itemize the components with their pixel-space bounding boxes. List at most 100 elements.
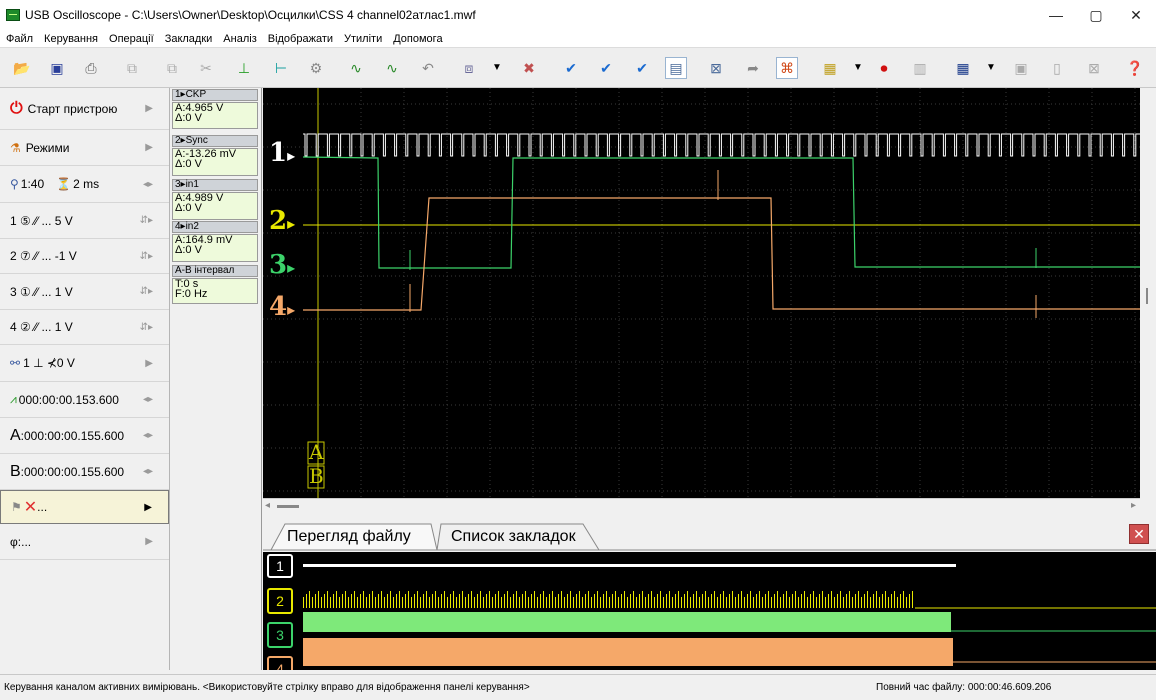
zoom-dropdown-icon[interactable]: ▼ <box>486 57 508 79</box>
modes-button[interactable]: ⚗ Режими ▶ <box>0 130 169 166</box>
cut-icon[interactable]: ✂ <box>195 57 217 79</box>
marker-a-icon: A <box>10 426 21 444</box>
menu-operations[interactable]: Операції <box>109 33 154 45</box>
menu-file[interactable]: Файл <box>6 33 33 45</box>
menu-utilities[interactable]: Утиліти <box>344 33 382 45</box>
meas-ch1-values: A:4.965 V Δ:0 V <box>172 102 258 129</box>
meas-ch4-delta: Δ:0 V <box>175 244 202 256</box>
save-icon[interactable]: ▣ <box>46 57 68 79</box>
ch1-waveform <box>303 133 1140 157</box>
meas-ch1-delta: Δ:0 V <box>175 112 202 124</box>
channel-1-row[interactable]: 1 ⑤ ⁄⁄ ... 5 V ⇵▸ <box>0 203 169 239</box>
phase-row[interactable]: φ:... ▶ <box>0 524 169 560</box>
menu-analysis[interactable]: Аналіз <box>223 33 256 45</box>
channel-settings-icon[interactable]: ⚙ <box>305 57 327 79</box>
status-message: Керування каналом активних вимірювань. <… <box>4 682 530 693</box>
help-icon[interactable]: ❓ <box>1124 57 1146 79</box>
meas-ch2-values: A:-13.26 mV Δ:0 V <box>172 148 258 176</box>
close-button[interactable]: ✕ <box>1116 0 1156 30</box>
undo-icon[interactable]: ↶ <box>417 57 439 79</box>
export-icon[interactable]: ➦ <box>742 57 764 79</box>
document-icon[interactable]: ▤ <box>665 57 687 79</box>
menu-control[interactable]: Керування <box>44 33 98 45</box>
check-icon[interactable]: ✔ <box>560 57 582 79</box>
meas-ch3-header: 3▸in1 <box>172 179 258 191</box>
trigger-label: 1 ⊥ ⊀0 V <box>23 356 75 370</box>
measurements-panel: 1▸CKP A:4.965 V Δ:0 V 2▸Sync A:-13.26 mV… <box>170 88 262 670</box>
marker-b-label[interactable]: B <box>309 464 324 488</box>
signal-down-icon[interactable]: ∿ <box>381 57 403 79</box>
channel-1-marker: 1▸ <box>269 138 296 168</box>
meas-ch2-header: 2▸Sync <box>172 135 258 147</box>
channel-2-row[interactable]: 2 ⑦ ⁄⁄ ... -1 V ⇵▸ <box>0 239 169 274</box>
page-icon[interactable]: ▯ <box>1046 57 1068 79</box>
bookmark-icon[interactable]: ▦ <box>819 57 841 79</box>
stop-icon[interactable]: ▥ <box>909 57 931 79</box>
channel-2-arrows-icon: ⇵▸ <box>139 250 153 262</box>
channel-3-row[interactable]: 3 ① ⁄⁄ ... 1 V ⇵▸ <box>0 274 169 310</box>
chart-icon[interactable]: ▣ <box>1010 57 1032 79</box>
check-down-icon[interactable]: ✔ <box>595 57 617 79</box>
table-icon[interactable]: ▦ <box>952 57 974 79</box>
ground-icon[interactable]: ⊥ <box>233 57 255 79</box>
scroll-thumb[interactable] <box>277 505 299 508</box>
file-overview-panel: Перегляд файлу Список закладок ✕ 1 2 3 4 <box>263 516 1156 670</box>
bookmark-dropdown-icon[interactable]: ▼ <box>847 57 869 79</box>
arrows-icon: ◂▸ <box>142 466 153 477</box>
flag-icon: ⚑ <box>11 500 22 514</box>
oscilloscope-display[interactable]: 1▸ 2▸ 3▸ 4▸ A B <box>263 88 1140 498</box>
channel-2-marker: 2▸ <box>269 206 296 236</box>
paste-icon[interactable]: ⧉ <box>161 57 183 79</box>
tab-bookmarks[interactable]: Список закладок <box>429 524 586 549</box>
marker-b-label: :000:00:00.155.600 <box>20 464 125 479</box>
power-icon: ⏻ <box>10 99 23 117</box>
overview-display[interactable]: 1 2 3 4 <box>263 552 1156 670</box>
marker-a-label[interactable]: A <box>309 440 323 464</box>
minimize-button[interactable]: — <box>1036 0 1076 30</box>
overview-channel-4[interactable]: 4 <box>267 656 293 670</box>
start-device-button[interactable]: ⏻ Старт пристрою ▶ <box>0 88 169 130</box>
overview-channel-2[interactable]: 2 <box>267 588 293 614</box>
channel-4-marker: 4▸ <box>269 292 296 322</box>
horizontal-scrollbar[interactable]: ◂ ▸ <box>263 498 1140 514</box>
channel-4-row[interactable]: 4 ② ⁄⁄ ... 1 V ⇵▸ <box>0 310 169 345</box>
copy-icon[interactable]: ⧉ <box>121 57 143 79</box>
meas-ch4-header: 4▸in2 <box>172 221 258 233</box>
scroll-left-icon[interactable]: ◂ <box>265 500 270 511</box>
check-all-icon[interactable]: ✔ <box>631 57 653 79</box>
magnifier-icon: ⚲ <box>10 177 19 191</box>
menu-help[interactable]: Допомога <box>393 33 442 45</box>
measurement-selector-row[interactable]: ⚑ ✕ ... ▶ <box>0 490 169 524</box>
record-icon[interactable]: ⏺ <box>873 57 895 79</box>
time-position-row[interactable]: ⩘ 000:00:00.153.600 ◂▸ <box>0 382 169 418</box>
vertical-scrollbar[interactable] <box>1140 88 1156 514</box>
zoom-remove-icon[interactable]: ✖ <box>518 57 540 79</box>
zoom-icon[interactable]: ⧈ <box>458 57 480 79</box>
probe-icon[interactable]: ⊢ <box>270 57 292 79</box>
scale-timebase-row[interactable]: ⚲ 1:40 ⏳ 2 ms ◂▸ <box>0 166 169 203</box>
view-grid-icon[interactable]: ⊠ <box>705 57 727 79</box>
compare-icon[interactable]: ⌘ <box>776 57 798 79</box>
overview-channel-1[interactable]: 1 <box>267 554 293 578</box>
modes-label: Режими <box>25 140 70 155</box>
maximize-button[interactable]: ▢ <box>1076 0 1116 30</box>
open-folder-icon[interactable]: 📂 <box>11 57 33 79</box>
table-dropdown-icon[interactable]: ▼ <box>980 57 1002 79</box>
overview-channel-3[interactable]: 3 <box>267 622 293 648</box>
file-duration: Повний час файлу: 000:00:46.609.206 <box>876 682 1052 693</box>
scroll-right-icon[interactable]: ▸ <box>1131 500 1136 511</box>
delete-icon[interactable]: ⊠ <box>1083 57 1105 79</box>
marker-a-row[interactable]: A :000:00:00.155.600 ◂▸ <box>0 418 169 454</box>
vertical-scroll-thumb[interactable] <box>1146 288 1148 304</box>
close-panel-icon[interactable]: ✕ <box>1129 524 1149 544</box>
trigger-row[interactable]: ⚯ 1 ⊥ ⊀0 V ▶ <box>0 345 169 382</box>
menu-bar: Файл Керування Операції Закладки Аналіз … <box>0 30 1156 48</box>
marker-b-row[interactable]: B :000:00:00.155.600 ◂▸ <box>0 454 169 490</box>
menu-bookmarks[interactable]: Закладки <box>165 33 213 45</box>
signal-up-icon[interactable]: ∿ <box>345 57 367 79</box>
toolbar: 📂 ▣ ⎙ ⧉ ⧉ ✂ ⊥ ⊢ ⚙ ∿ ∿ ↶ ⧈ ▼ ✖ ✔ ✔ ✔ ▤ ⊠ … <box>0 48 1156 88</box>
tab-file-view[interactable]: Перегляд файлу <box>265 524 421 549</box>
timebase-icon: ⏳ <box>56 177 72 191</box>
print-icon[interactable]: ⎙ <box>80 57 102 79</box>
menu-view[interactable]: Відображати <box>268 33 333 45</box>
